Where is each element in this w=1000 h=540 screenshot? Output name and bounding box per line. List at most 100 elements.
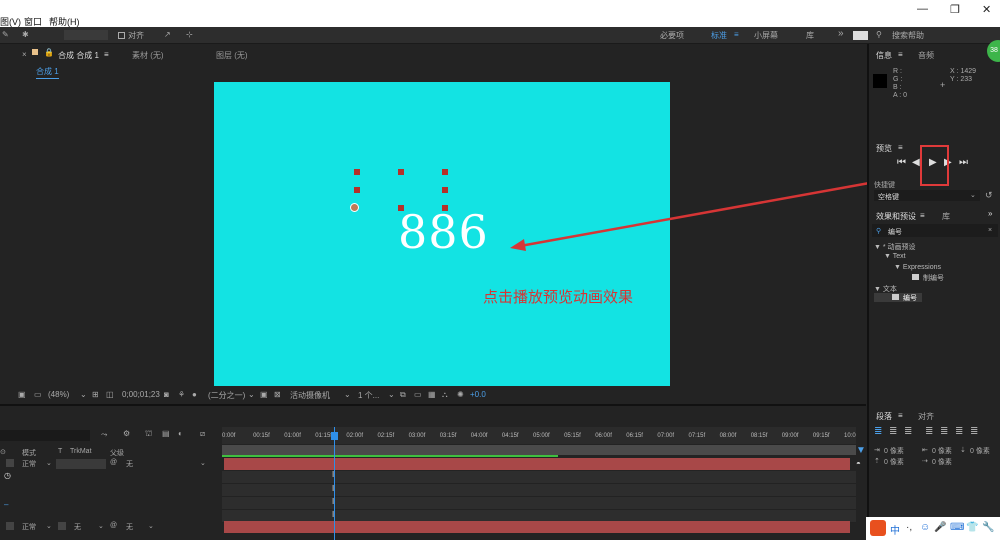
layer-mode-select[interactable]: 正常 bbox=[22, 459, 36, 469]
tab-effects-presets[interactable]: 效果和预设 bbox=[876, 211, 916, 222]
chevron-down-icon[interactable]: ⌄ bbox=[98, 522, 104, 530]
shy-icon[interactable]: ⛫ bbox=[145, 429, 152, 439]
tab-menu-icon[interactable]: ≡ bbox=[898, 411, 903, 420]
ime-keyboard-icon[interactable]: ⌨ bbox=[950, 522, 964, 533]
tab-menu-icon[interactable]: ≡ bbox=[920, 211, 925, 220]
tree-animation-presets[interactable]: ▼ * 动画预设 bbox=[874, 242, 916, 252]
ime-punctuation-icon[interactable]: ·, bbox=[906, 522, 912, 533]
align-right-icon[interactable]: ≣ bbox=[904, 426, 912, 437]
layer-t-checkbox[interactable] bbox=[58, 522, 66, 530]
tab-align[interactable]: 对齐 bbox=[918, 411, 934, 422]
region-icon[interactable]: ▣ bbox=[260, 390, 268, 399]
layer-parent-select[interactable]: 无 bbox=[126, 459, 133, 469]
ime-skin-icon[interactable]: 👕 bbox=[966, 522, 978, 533]
space-after-value[interactable]: 0 像素 bbox=[970, 446, 990, 456]
chevron-down-icon[interactable]: ⌄ bbox=[148, 522, 154, 530]
space-before-value[interactable]: 0 像素 bbox=[884, 457, 904, 467]
ime-tools-icon[interactable]: 🔧 bbox=[982, 522, 994, 533]
pickwhip-icon[interactable]: @ bbox=[110, 522, 117, 529]
first-line-value[interactable]: 0 像素 bbox=[932, 457, 952, 467]
indent-left-value[interactable]: 0 像素 bbox=[884, 446, 904, 456]
work-area-bar[interactable] bbox=[222, 445, 856, 455]
magnify-icon[interactable]: ▣ bbox=[18, 390, 26, 399]
graph-editor-icon[interactable]: ⧄ bbox=[200, 429, 205, 439]
prev-frame-icon[interactable]: ◀ bbox=[912, 157, 920, 168]
last-frame-icon[interactable]: ⏭ bbox=[959, 157, 968, 168]
work-area-end-icon[interactable]: ▼ bbox=[856, 445, 866, 456]
views-select[interactable]: 1 个... bbox=[358, 390, 379, 401]
fast-preview-icon[interactable]: ▭ bbox=[414, 390, 422, 399]
justify-left-icon[interactable]: ≣ bbox=[925, 426, 933, 437]
chevron-down-icon[interactable]: ⌄ bbox=[46, 459, 52, 467]
playhead-handle[interactable] bbox=[331, 432, 338, 440]
tab-paragraph[interactable]: 段落 bbox=[876, 411, 892, 422]
justify-all-icon[interactable]: ≣ bbox=[970, 426, 978, 437]
timeline-search-input[interactable] bbox=[0, 430, 90, 441]
first-frame-icon[interactable]: ⏮ bbox=[897, 157, 906, 168]
tab-info[interactable]: 信息 bbox=[876, 50, 892, 61]
ime-emoji-icon[interactable]: ☺ bbox=[920, 522, 930, 533]
align-center-icon[interactable]: ≣ bbox=[889, 426, 897, 437]
layer-trkmat-select[interactable] bbox=[56, 459, 106, 469]
zoom-icon[interactable]: ◓ bbox=[856, 459, 861, 468]
chevron-down-icon[interactable]: ⌄ bbox=[388, 390, 395, 399]
layer-label-color[interactable] bbox=[6, 522, 14, 530]
tree-effect-item[interactable]: 编号 bbox=[903, 293, 917, 303]
toggle-pixel-icon[interactable]: ⧉ bbox=[400, 390, 406, 400]
tab-audio[interactable]: 音频 bbox=[918, 50, 934, 61]
layer-row[interactable]: 正常 ⌄ @ 无 ⌄ bbox=[0, 458, 222, 470]
zoom-select[interactable]: (48%) bbox=[48, 390, 69, 399]
justify-right-icon[interactable]: ≣ bbox=[955, 426, 963, 437]
overflow-icon[interactable]: » bbox=[988, 209, 992, 218]
keyframe-icon[interactable]: I bbox=[332, 470, 334, 479]
tab-menu-icon[interactable]: ≡ bbox=[898, 50, 903, 59]
exposure-value[interactable]: +0.0 bbox=[470, 390, 486, 399]
tree-preset-item[interactable]: 制编号 bbox=[923, 273, 944, 283]
tree-expressions-folder[interactable]: ▼ Expressions bbox=[894, 264, 941, 271]
timecode-display[interactable]: 0;00;01;23 bbox=[122, 390, 160, 399]
justify-center-icon[interactable]: ≣ bbox=[940, 426, 948, 437]
transparency-grid-icon[interactable]: ⊠ bbox=[274, 390, 281, 399]
keyframe-icon[interactable]: I bbox=[332, 510, 334, 519]
chevron-down-icon[interactable]: ⌄ bbox=[200, 459, 206, 467]
flowchart-icon[interactable]: ⛬ bbox=[442, 390, 448, 400]
keyframe-icon[interactable]: I bbox=[332, 484, 334, 493]
sogou-logo-icon[interactable] bbox=[870, 520, 886, 536]
resolution-select[interactable]: (二分之一) bbox=[208, 390, 245, 401]
tab-menu-icon[interactable]: ≡ bbox=[898, 143, 903, 152]
keyframe-icon[interactable]: I bbox=[332, 497, 334, 506]
layer-trkmat-select[interactable]: 无 bbox=[74, 522, 81, 532]
chevron-down-icon[interactable]: ⌄ bbox=[80, 390, 87, 399]
frame-blend-icon[interactable]: ▤ bbox=[162, 429, 170, 438]
exposure-reset-icon[interactable]: ✺ bbox=[457, 390, 464, 399]
layer-label-color[interactable] bbox=[6, 459, 14, 467]
mask-icon[interactable]: ◫ bbox=[106, 390, 114, 399]
align-left-icon[interactable]: ≣ bbox=[874, 426, 882, 437]
reset-icon[interactable]: ↺ bbox=[985, 190, 993, 201]
chevron-down-icon[interactable]: ⌄ bbox=[248, 390, 255, 399]
camera-select[interactable]: 活动摄像机 bbox=[290, 390, 330, 401]
chevron-down-icon[interactable]: ⌄ bbox=[344, 390, 351, 399]
layer-duration-bar[interactable] bbox=[224, 458, 850, 470]
layer-mode-select[interactable]: 正常 bbox=[22, 522, 36, 532]
layer-duration-bar[interactable] bbox=[224, 521, 850, 533]
chevron-down-icon[interactable]: ⌄ bbox=[970, 191, 976, 199]
ime-voice-icon[interactable]: 🎤 bbox=[934, 522, 946, 533]
grid-icon[interactable]: ⊞ bbox=[92, 390, 99, 399]
comp-mini-flowchart-icon[interactable]: ⤳ bbox=[101, 430, 107, 440]
pickwhip-icon[interactable]: @ bbox=[110, 459, 117, 466]
property-link-icon[interactable]: – bbox=[4, 500, 8, 509]
draft-3d-icon[interactable]: ⚙ bbox=[123, 429, 130, 438]
layer-parent-select[interactable]: 无 bbox=[126, 522, 133, 532]
tree-text-folder[interactable]: ▼ Text bbox=[884, 253, 906, 260]
clear-search-icon[interactable]: × bbox=[988, 227, 992, 234]
motion-blur-icon[interactable]: ◐ bbox=[178, 429, 183, 438]
chevron-down-icon[interactable]: ⌄ bbox=[46, 522, 52, 530]
camera-snapshot-icon[interactable]: ◙ bbox=[164, 390, 169, 399]
indent-right-value[interactable]: 0 像素 bbox=[932, 446, 952, 456]
show-snapshot-icon[interactable]: ⚘ bbox=[178, 390, 185, 399]
tab-library[interactable]: 库 bbox=[942, 211, 950, 222]
color-channel-icon[interactable]: ● bbox=[192, 390, 197, 399]
ime-chinese-mode[interactable]: 中 bbox=[890, 522, 900, 537]
display-icon[interactable]: ▭ bbox=[34, 390, 42, 399]
